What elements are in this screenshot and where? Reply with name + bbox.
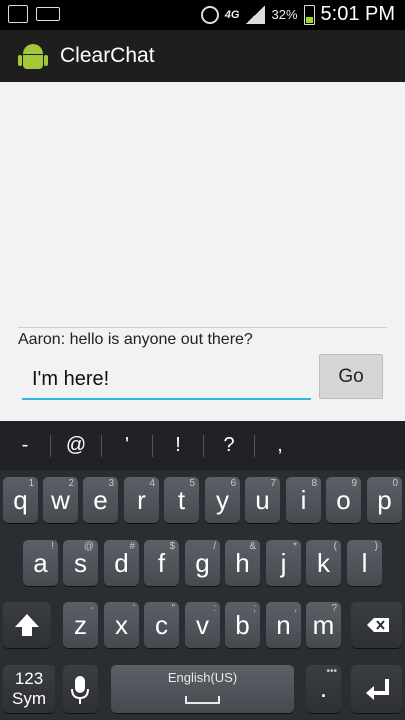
key-j[interactable]: * j bbox=[266, 540, 301, 586]
suggestion-at[interactable]: @ bbox=[51, 434, 101, 457]
key-f[interactable]: $ f bbox=[144, 540, 179, 586]
period-key[interactable]: •••. bbox=[306, 665, 341, 713]
signal-icon bbox=[245, 5, 266, 24]
key-d[interactable]: # d bbox=[104, 540, 139, 586]
enter-arrow-icon bbox=[366, 679, 389, 700]
message-input[interactable] bbox=[22, 360, 311, 400]
key-m[interactable]: ? m bbox=[306, 602, 341, 648]
key-u[interactable]: 7u bbox=[245, 477, 280, 523]
key-z[interactable]: -z bbox=[63, 602, 98, 648]
network-type-icon: 4G bbox=[224, 8, 240, 21]
key-a[interactable]: ! a bbox=[23, 540, 58, 586]
chat-divider bbox=[18, 327, 387, 328]
space-key[interactable]: English(US) bbox=[111, 665, 294, 713]
keyboard-notification-icon bbox=[36, 7, 60, 21]
enter-key[interactable] bbox=[351, 665, 402, 713]
key-c[interactable]: " c bbox=[144, 602, 179, 648]
chat-message: Aaron: hello is anyone out there? bbox=[18, 331, 253, 348]
backspace-key[interactable] bbox=[351, 602, 402, 648]
action-bar: ClearChat bbox=[0, 30, 405, 82]
key-s[interactable]: @ s bbox=[63, 540, 98, 586]
key-g[interactable]: / g bbox=[185, 540, 220, 586]
key-v[interactable]: :v bbox=[185, 602, 220, 648]
voice-input-key[interactable] bbox=[63, 665, 98, 713]
alarm-icon bbox=[200, 5, 219, 24]
battery-percentage: 32% bbox=[271, 7, 298, 22]
soft-keyboard: - @ ' ! ? , 1q 2w 3e 4r 5t 6y 7u 8i 9o 0… bbox=[0, 421, 405, 720]
android-app-icon bbox=[18, 41, 48, 71]
key-r[interactable]: 4r bbox=[124, 477, 159, 523]
key-n[interactable]: ,n bbox=[266, 602, 301, 648]
space-language-label: English(US) bbox=[167, 670, 238, 685]
suggestion-dash[interactable]: - bbox=[0, 434, 50, 457]
status-bar: 4G 32% 5:01 PM bbox=[0, 0, 405, 30]
backspace-icon bbox=[367, 618, 389, 632]
key-x[interactable]: ' x bbox=[104, 602, 139, 648]
suggestion-exclamation[interactable]: ! bbox=[153, 434, 203, 457]
key-i[interactable]: 8i bbox=[286, 477, 321, 523]
shift-key[interactable] bbox=[3, 602, 51, 648]
key-l[interactable]: ) l bbox=[347, 540, 382, 586]
key-b[interactable]: ; b bbox=[225, 602, 260, 648]
go-button[interactable]: Go bbox=[319, 354, 383, 399]
suggestion-question[interactable]: ? bbox=[204, 434, 254, 457]
key-y[interactable]: 6y bbox=[205, 477, 240, 523]
key-o[interactable]: 9o bbox=[326, 477, 361, 523]
shift-arrow-icon bbox=[15, 614, 39, 636]
key-p[interactable]: 0p bbox=[367, 477, 402, 523]
battery-icon bbox=[303, 4, 315, 25]
microphone-icon bbox=[71, 676, 89, 704]
suggestion-comma[interactable]: , bbox=[255, 434, 305, 457]
symbols-key[interactable]: 123 Sym bbox=[3, 665, 55, 713]
clock: 5:01 PM bbox=[320, 3, 395, 25]
key-h[interactable]: & h bbox=[225, 540, 260, 586]
gallery-notification-icon bbox=[8, 5, 28, 23]
app-title: ClearChat bbox=[60, 44, 155, 67]
key-e[interactable]: 3e bbox=[83, 477, 118, 523]
suggestion-strip: - @ ' ! ? , bbox=[0, 421, 405, 470]
key-w[interactable]: 2w bbox=[43, 477, 78, 523]
key-q[interactable]: 1q bbox=[3, 477, 38, 523]
key-t[interactable]: 5t bbox=[164, 477, 199, 523]
suggestion-apostrophe[interactable]: ' bbox=[102, 434, 152, 457]
key-k[interactable]: (k bbox=[306, 540, 341, 586]
